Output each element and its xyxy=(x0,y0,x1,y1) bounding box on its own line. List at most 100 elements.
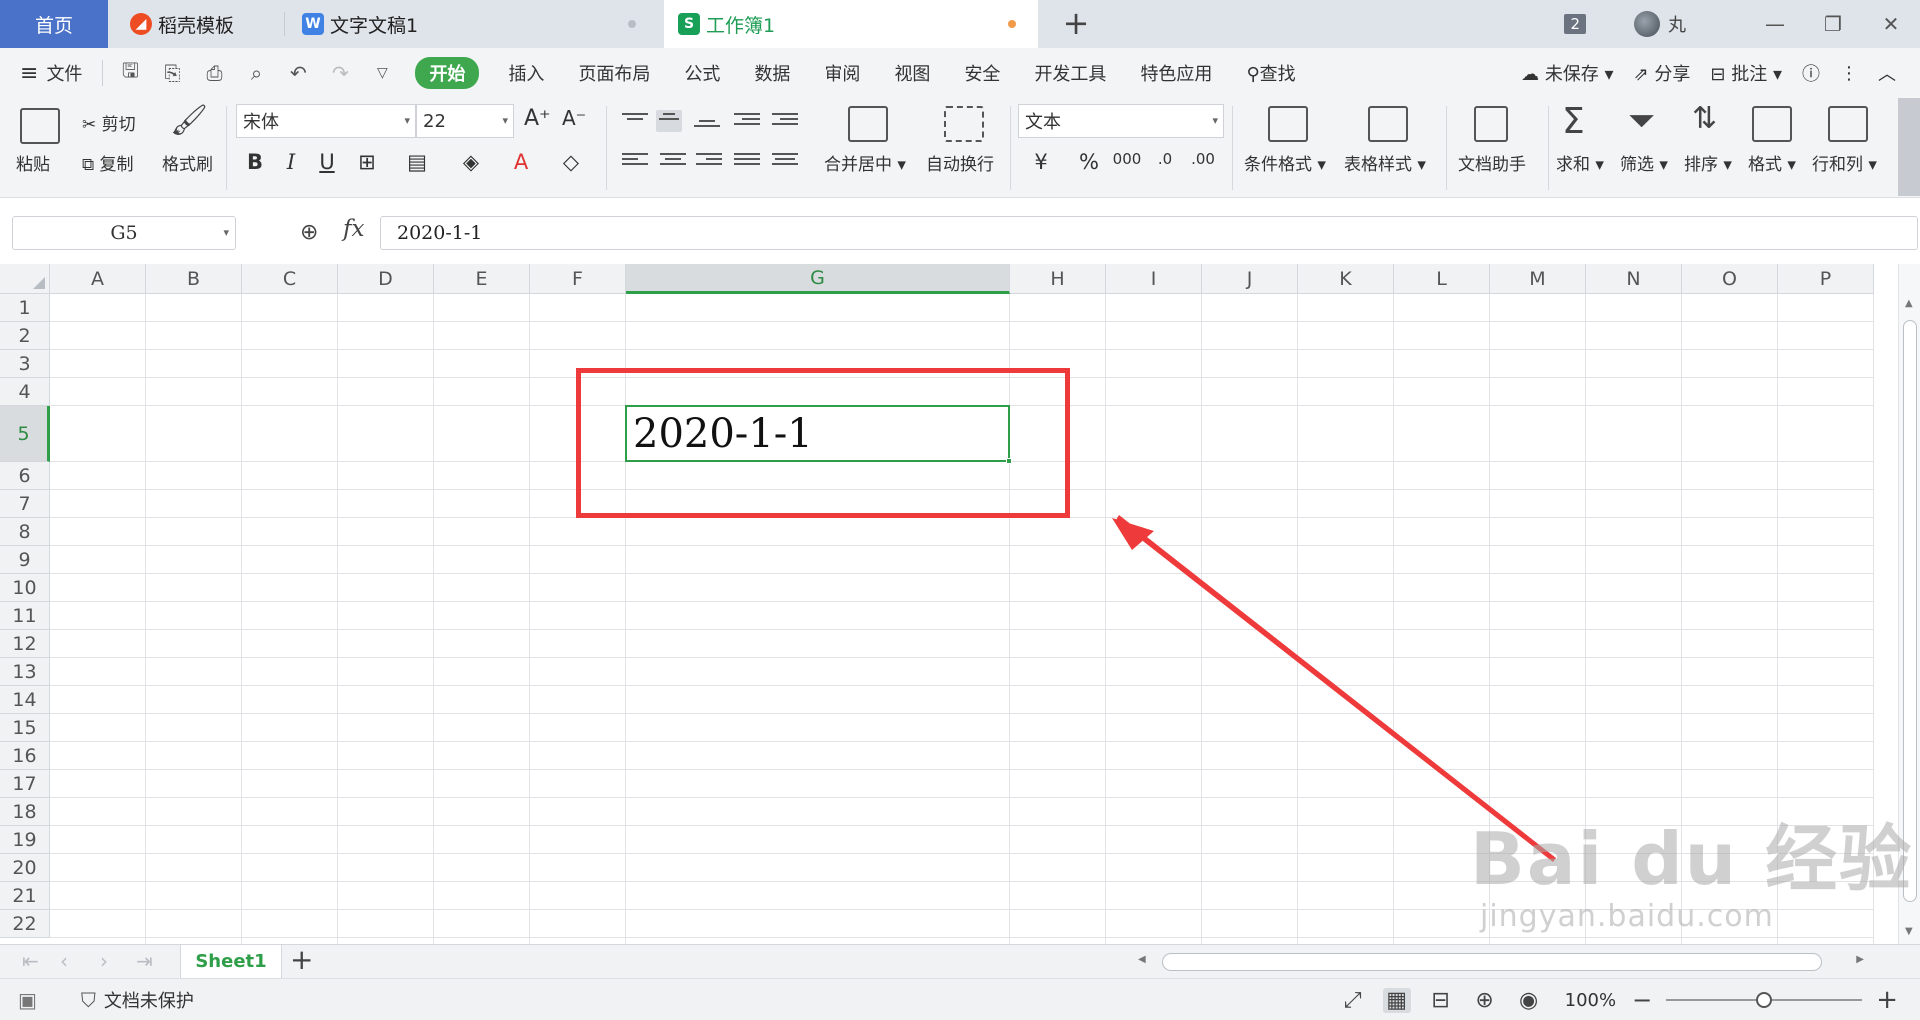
last-sheet-icon[interactable]: ⇥ xyxy=(136,949,153,973)
macro-record-icon[interactable]: ▣ xyxy=(18,988,37,1012)
tab-word-document[interactable]: W 文字文稿1 xyxy=(288,0,658,48)
zoom-level[interactable]: 100% xyxy=(1565,990,1616,1011)
borders-icon[interactable]: ⊞ xyxy=(352,150,382,174)
filter-icon[interactable]: ⏷ xyxy=(1628,104,1655,138)
new-tab-button[interactable]: + xyxy=(1058,4,1094,42)
italic-button[interactable]: I xyxy=(276,150,306,174)
distributed-icon[interactable] xyxy=(772,150,798,172)
wrap-text-icon[interactable] xyxy=(944,106,984,142)
minimize-icon[interactable]: — xyxy=(1746,12,1804,36)
conditional-format-button[interactable]: 条件格式 ▾ xyxy=(1244,150,1326,175)
decrease-indent-icon[interactable] xyxy=(734,110,760,132)
row-col-icon[interactable] xyxy=(1828,106,1868,142)
align-left-icon[interactable] xyxy=(622,150,648,172)
undo-icon[interactable]: ↶ xyxy=(287,61,309,85)
align-top-icon[interactable] xyxy=(622,110,648,132)
save-icon[interactable]: 🖫 xyxy=(119,56,141,90)
row-col-button[interactable]: 行和列 ▾ xyxy=(1812,150,1877,175)
wrap-text-button[interactable]: 自动换行 xyxy=(926,150,994,175)
normal-view-icon[interactable]: ▦ xyxy=(1382,987,1411,1013)
protection-status[interactable]: 文档未保护 xyxy=(104,987,194,1013)
increase-font-icon[interactable]: A⁺ xyxy=(524,106,551,131)
menu-tab-home[interactable]: 开始 xyxy=(415,57,480,89)
menu-tab-security[interactable]: 安全 xyxy=(964,60,1000,86)
menu-tab-special[interactable]: 特色应用 xyxy=(1140,60,1212,86)
copy-button[interactable]: ⧉ 复制 xyxy=(82,150,134,175)
menu-tab-review[interactable]: 审阅 xyxy=(824,60,860,86)
align-bottom-icon[interactable] xyxy=(694,110,720,132)
zoom-in-button[interactable]: + xyxy=(1876,985,1898,1015)
menu-tab-developer[interactable]: 开发工具 xyxy=(1034,60,1106,86)
comment-button[interactable]: ⊟ 批注 ▾ xyxy=(1710,60,1782,86)
sheet-tab-sheet1[interactable]: Sheet1 xyxy=(180,945,282,978)
zoom-slider[interactable] xyxy=(1666,990,1863,1010)
tab-workbook[interactable]: S 工作簿1 xyxy=(664,0,1038,48)
eye-protection-icon[interactable]: ◉ xyxy=(1515,988,1543,1013)
format-icon[interactable] xyxy=(1752,106,1792,142)
percent-icon[interactable]: % xyxy=(1074,150,1104,174)
export-icon[interactable]: ⎘ xyxy=(161,61,183,85)
zoom-slider-knob[interactable] xyxy=(1756,992,1773,1008)
insert-function-button[interactable]: fx xyxy=(343,216,364,242)
file-menu[interactable]: ≡ 文件 xyxy=(20,60,82,86)
add-sheet-button[interactable]: + xyxy=(290,943,313,976)
font-size-select[interactable]: 22 ▾ xyxy=(416,104,514,138)
decrease-font-icon[interactable]: A⁻ xyxy=(562,106,586,130)
doc-assistant-icon[interactable] xyxy=(1474,106,1508,142)
align-right-icon[interactable] xyxy=(696,150,722,172)
justify-icon[interactable] xyxy=(734,150,760,172)
format-button[interactable]: 格式 ▾ xyxy=(1748,150,1796,175)
menu-tab-view[interactable]: 视图 xyxy=(894,60,930,86)
tab-daoke-templates[interactable]: ◢ 稻壳模板 xyxy=(112,0,285,48)
scroll-left-icon[interactable]: ◀ xyxy=(1138,954,1146,965)
table-style-button[interactable]: 表格样式 ▾ xyxy=(1344,150,1426,175)
unsaved-button[interactable]: ☁ 未保存 ▾ xyxy=(1521,60,1614,86)
number-format-select[interactable]: 文本 ▾ xyxy=(1018,104,1224,138)
zoom-out-button[interactable]: − xyxy=(1632,986,1652,1014)
menu-tab-insert[interactable]: 插入 xyxy=(508,60,544,86)
zoom-formula-icon[interactable]: ⊕ xyxy=(300,220,318,245)
paste-button[interactable]: 粘贴 xyxy=(16,150,50,175)
underline-button[interactable]: U xyxy=(312,150,342,174)
paste-icon[interactable] xyxy=(20,108,60,144)
help-icon[interactable]: ⓘ xyxy=(1802,60,1820,86)
prev-sheet-icon[interactable]: ‹ xyxy=(60,949,68,973)
menu-tab-page-layout[interactable]: 页面布局 xyxy=(578,60,650,86)
align-center-icon[interactable] xyxy=(660,150,686,172)
cut-button[interactable]: ✂ 剪切 xyxy=(82,110,136,135)
more-icon[interactable]: ⋮ xyxy=(1840,63,1858,84)
page-break-view-icon[interactable]: ⊟ xyxy=(1427,988,1455,1013)
scroll-up-icon[interactable]: ▲ xyxy=(1905,298,1913,309)
restore-icon[interactable]: ❐ xyxy=(1804,12,1862,36)
merge-center-button[interactable]: 合并居中 ▾ xyxy=(824,150,906,175)
search-button[interactable]: ⚲查找 xyxy=(1246,60,1295,86)
ribbon-scroll[interactable] xyxy=(1898,98,1920,196)
fill-color-icon[interactable]: ◈ xyxy=(456,150,486,174)
print-preview-icon[interactable]: ⌕ xyxy=(245,61,267,85)
bold-button[interactable]: B xyxy=(240,150,270,174)
fill-style-icon[interactable]: ▤ xyxy=(402,150,432,174)
menu-tab-formulas[interactable]: 公式 xyxy=(684,60,720,86)
format-painter-icon[interactable]: 🖌 xyxy=(170,106,208,136)
page-layout-view-icon[interactable]: ⊕ xyxy=(1471,988,1499,1013)
filter-button[interactable]: 筛选 ▾ xyxy=(1620,150,1668,175)
decrease-decimal-icon[interactable]: .00 xyxy=(1188,150,1218,168)
menu-tab-data[interactable]: 数据 xyxy=(754,60,790,86)
name-box[interactable]: G5 ▾ xyxy=(12,216,236,250)
next-sheet-icon[interactable]: › xyxy=(100,949,108,973)
scroll-right-icon[interactable]: ▶ xyxy=(1856,954,1864,965)
currency-icon[interactable]: ¥ xyxy=(1026,150,1056,174)
sum-button[interactable]: 求和 ▾ xyxy=(1556,150,1604,175)
fullscreen-icon[interactable]: ⤢ xyxy=(1339,988,1367,1013)
first-sheet-icon[interactable]: ⇤ xyxy=(22,949,39,973)
merge-center-icon[interactable] xyxy=(848,106,888,142)
tab-home[interactable]: 首页 xyxy=(0,0,108,48)
font-color-icon[interactable]: A xyxy=(506,150,536,174)
sort-button[interactable]: 排序 ▾ xyxy=(1684,150,1732,175)
unsaved-dot-icon[interactable] xyxy=(1008,20,1016,28)
tab-close-dot-icon[interactable] xyxy=(628,20,636,28)
collapse-ribbon-icon[interactable]: ︿ xyxy=(1878,60,1896,86)
doc-assistant-button[interactable]: 文档助手 xyxy=(1458,150,1526,175)
increase-indent-icon[interactable] xyxy=(772,110,798,132)
table-style-icon[interactable] xyxy=(1368,106,1408,142)
